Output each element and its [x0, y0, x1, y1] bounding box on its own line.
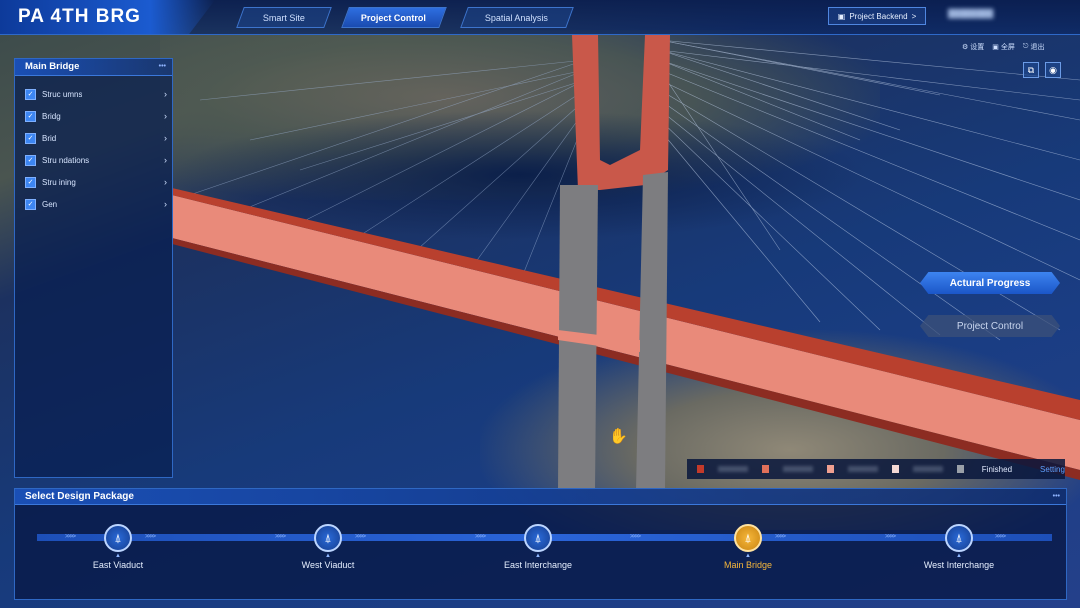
crop-icon: ⧉ [1027, 64, 1035, 75]
caret-up-icon: ▲ [956, 553, 962, 559]
design-package-panel: Select Design Package ••• >>>> >>>> >>>>… [14, 488, 1067, 600]
tree-item[interactable]: ✓ Brid › [25, 131, 167, 145]
legend-swatch [826, 465, 834, 473]
bridge-icon: ⍋ [524, 524, 552, 552]
caret-up-icon: ▲ [325, 553, 331, 559]
bridge-icon: ⍋ [734, 524, 762, 552]
hand-cursor-icon: ✋ [609, 428, 628, 445]
top-header: PA 4TH BRG Smart Site Project Control Sp… [0, 0, 1080, 35]
project-control-button[interactable]: Project Control [920, 315, 1060, 337]
legend-swatch-finished [956, 465, 964, 473]
caret-up-icon: ▲ [535, 553, 541, 559]
bridge-tower-upper [572, 35, 670, 190]
chevron-right-icon[interactable]: › [164, 155, 167, 165]
bridge-deck-edge [172, 188, 1080, 420]
backend-icon: ▣ [837, 11, 846, 21]
package-main-bridge[interactable]: ⍋ ▲ Main Bridge [688, 524, 808, 570]
screenshot-button[interactable]: ◉ [1045, 62, 1061, 78]
bridge-icon: ⍋ [945, 524, 973, 552]
caret-up-icon: ▲ [745, 553, 751, 559]
checkbox-checked[interactable]: ✓ [25, 88, 36, 100]
exit-icon: ⎋ [1022, 43, 1029, 50]
main-bridge-panel: Main Bridge ••• ✓ Struc umns › ✓ Bridg ›… [14, 58, 173, 478]
dots-icon: ••• [1052, 493, 1060, 500]
arrow-marks: >>>> [630, 534, 641, 540]
chevron-right-icon[interactable]: › [164, 133, 167, 143]
settings-tool[interactable]: ⚙ 设置 [962, 42, 984, 52]
stay-cables-right [659, 39, 1080, 341]
caret-up-icon: ▲ [115, 553, 121, 559]
fullscreen-icon: ▣ [992, 44, 999, 51]
fullscreen-tool[interactable]: ▣ 全屏 [992, 42, 1015, 52]
actual-progress-button[interactable]: Actural Progress [920, 272, 1060, 294]
legend-setting-link[interactable]: Setting [1040, 465, 1065, 474]
tab-smart-site[interactable]: Smart Site [236, 7, 332, 28]
checkbox-checked[interactable]: ✓ [25, 198, 36, 210]
package-east-viaduct[interactable]: ⍋ ▲ East Viaduct [58, 524, 178, 570]
dots-icon: ••• [158, 63, 166, 70]
chevron-right-icon[interactable]: › [164, 89, 167, 99]
bridge-icon: ⍋ [314, 524, 342, 552]
legend-swatch [761, 465, 769, 473]
legend-swatch [891, 465, 899, 473]
chevron-right-icon[interactable]: › [164, 111, 167, 121]
logo-text: PA 4TH BRG [18, 6, 141, 27]
tab-project-control[interactable]: Project Control [341, 7, 447, 28]
panel-title: Select Design Package ••• [15, 489, 1066, 505]
legend-finished-label: Finished [981, 464, 1013, 474]
bridge-icon: ⍋ [104, 524, 132, 552]
panel-title: Main Bridge ••• [15, 59, 172, 76]
tree-item[interactable]: ✓ Gen › [25, 197, 167, 211]
checkbox-checked[interactable]: ✓ [25, 132, 36, 144]
progress-legend: Finished Setting [687, 459, 1065, 479]
arrow-marks: >>>> [885, 534, 896, 540]
tree-item[interactable]: ✓ Stru ndations › [25, 153, 167, 167]
app-logo: PA 4TH BRG [0, 0, 215, 34]
tab-spatial-analysis[interactable]: Spatial Analysis [460, 7, 574, 28]
backend-label: Project Backend [849, 11, 908, 21]
camera-icon: ◉ [1049, 64, 1057, 75]
project-backend-button[interactable]: ▣ Project Backend > [828, 7, 926, 25]
checkbox-checked[interactable]: ✓ [25, 176, 36, 188]
package-west-interchange[interactable]: ⍋ ▲ West Interchange [899, 524, 1019, 570]
chevron-right-icon[interactable]: › [164, 199, 167, 209]
chevron-right-icon[interactable]: › [164, 177, 167, 187]
legend-swatch [697, 465, 705, 473]
checkbox-checked[interactable]: ✓ [25, 154, 36, 166]
crop-view-button[interactable]: ⧉ [1023, 62, 1039, 78]
checkbox-checked[interactable]: ✓ [25, 110, 36, 122]
bridge-tower-pier-right [636, 172, 668, 490]
tree-item[interactable]: ✓ Stru ining › [25, 175, 167, 189]
package-west-viaduct[interactable]: ⍋ ▲ West Viaduct [268, 524, 388, 570]
user-info-blurred: ████████ [948, 9, 994, 18]
view-tools: ⚙ 设置 ▣ 全屏 ⎋ 退出 [962, 42, 1044, 52]
chevron-right-icon: > [911, 11, 917, 21]
exit-tool[interactable]: ⎋ 退出 [1023, 42, 1045, 52]
tree-item[interactable]: ✓ Struc umns › [25, 87, 167, 101]
package-east-interchange[interactable]: ⍋ ▲ East Interchange [478, 524, 598, 570]
gear-icon: ⚙ [962, 44, 969, 51]
tree-item[interactable]: ✓ Bridg › [25, 109, 167, 123]
